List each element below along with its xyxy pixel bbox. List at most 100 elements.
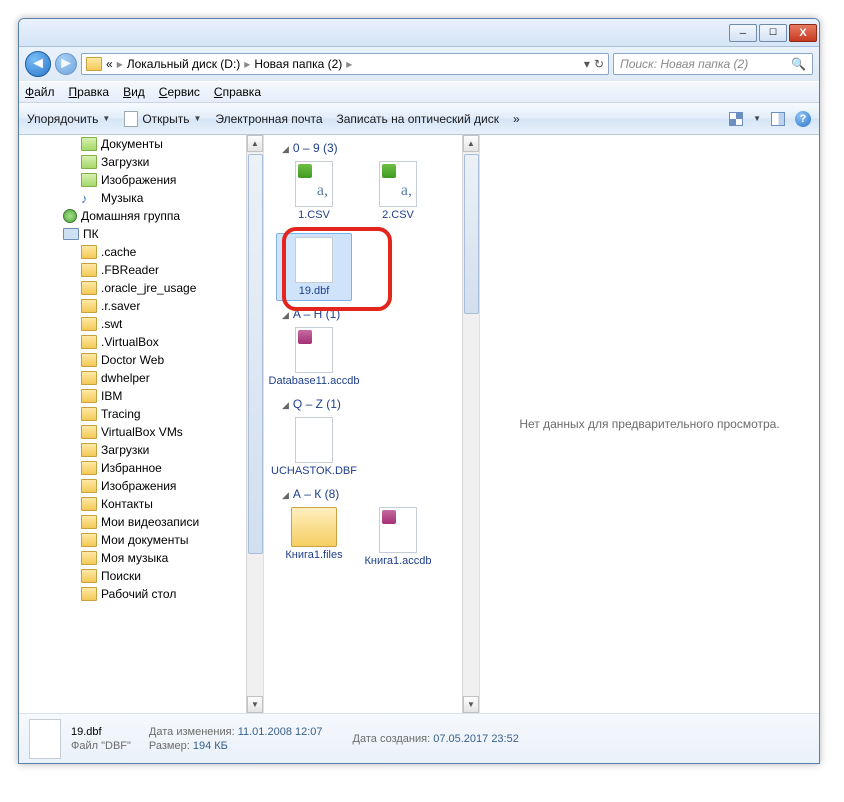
nav-back-button[interactable]: ◄ xyxy=(25,51,51,77)
scroll-thumb[interactable] xyxy=(464,154,479,314)
tree-item[interactable]: .swt xyxy=(19,315,263,333)
tree-item[interactable]: ♪Музыка xyxy=(19,189,263,207)
tree-item[interactable]: Мои документы xyxy=(19,531,263,549)
tree-item[interactable]: IBM xyxy=(19,387,263,405)
tree-item-label: Мои видеозаписи xyxy=(101,515,199,529)
tree-item[interactable]: Моя музыка xyxy=(19,549,263,567)
organize-button[interactable]: Упорядочить ▼ xyxy=(27,112,110,126)
minimize-button[interactable]: ─ xyxy=(729,24,757,42)
file-item[interactable]: 1.CSV xyxy=(276,157,352,225)
view-options-button[interactable] xyxy=(729,112,743,126)
details-created-label: Дата создания: xyxy=(353,733,431,745)
folder-icon xyxy=(81,371,97,385)
tree-item[interactable]: Tracing xyxy=(19,405,263,423)
scroll-up-icon[interactable]: ▲ xyxy=(247,135,263,152)
tree-item-label: .cache xyxy=(101,245,136,259)
tree-item[interactable]: ПК xyxy=(19,225,263,243)
details-filetype: Файл "DBF" xyxy=(71,740,131,752)
tree-item-label: .r.saver xyxy=(101,299,140,313)
scroll-down-icon[interactable]: ▼ xyxy=(463,696,479,713)
lib-icon xyxy=(81,137,97,151)
tree-item[interactable]: Изображения xyxy=(19,477,263,495)
tree-item[interactable]: .VirtualBox xyxy=(19,333,263,351)
scroll-thumb[interactable] xyxy=(248,154,263,554)
menu-tools[interactable]: Сервис xyxy=(159,85,200,99)
folder-icon xyxy=(81,569,97,583)
scroll-up-icon[interactable]: ▲ xyxy=(463,135,479,152)
file-item[interactable]: UCHASTOK.DBF xyxy=(276,413,352,481)
tree-item[interactable]: Загрузки xyxy=(19,153,263,171)
address-bar[interactable]: « ▸ Локальный диск (D:) ▸ Новая папка (2… xyxy=(81,53,609,75)
details-pane: 19.dbf Файл "DBF" Дата изменения: 11.01.… xyxy=(19,713,819,763)
toolbar-more[interactable]: » xyxy=(513,112,520,126)
email-button[interactable]: Электронная почта xyxy=(215,112,322,126)
folder-icon xyxy=(81,425,97,439)
tree-item[interactable]: Избранное xyxy=(19,459,263,477)
address-dropdown[interactable]: ▾ xyxy=(584,57,590,71)
chevron-icon: ▸ xyxy=(113,57,127,71)
burn-button[interactable]: Записать на оптический диск xyxy=(337,112,500,126)
file-item[interactable]: Database11.accdb xyxy=(276,323,352,391)
file-item[interactable]: 19.dbf xyxy=(276,233,352,301)
file-icon xyxy=(29,719,61,759)
group-header[interactable]: ◢A – H (1) xyxy=(264,301,479,323)
maximize-button[interactable]: ☐ xyxy=(759,24,787,42)
file-item[interactable]: Книга1.accdb xyxy=(360,503,436,571)
group-header[interactable]: ◢0 – 9 (3) xyxy=(264,135,479,157)
folder-icon xyxy=(81,497,97,511)
tree-item-label: .FBReader xyxy=(101,263,159,277)
tree-item-label: Изображения xyxy=(101,173,176,187)
refresh-button[interactable]: ↻ xyxy=(594,57,604,71)
group-header[interactable]: ◢Q – Z (1) xyxy=(264,391,479,413)
tree-item[interactable]: Поиски xyxy=(19,567,263,585)
group-header[interactable]: ◢А – К (8) xyxy=(264,481,479,503)
tree-item[interactable]: Изображения xyxy=(19,171,263,189)
tree-item-label: Tracing xyxy=(101,407,141,421)
help-button[interactable]: ? xyxy=(795,111,811,127)
file-label: Книга1.accdb xyxy=(364,555,431,567)
open-button[interactable]: Открыть ▼ xyxy=(124,111,201,127)
search-input[interactable]: Поиск: Новая папка (2) 🔍 xyxy=(613,53,813,75)
tree-item[interactable]: dwhelper xyxy=(19,369,263,387)
tree-item[interactable]: .oracle_jre_usage xyxy=(19,279,263,297)
preview-pane-button[interactable] xyxy=(771,112,785,126)
tree-item[interactable]: VirtualBox VMs xyxy=(19,423,263,441)
tree-item-label: Домашняя группа xyxy=(81,209,180,223)
chevron-down-icon[interactable]: ▼ xyxy=(753,114,761,123)
menu-edit[interactable]: Правка xyxy=(69,85,110,99)
file-thumb-icon xyxy=(379,161,417,207)
files-scrollbar[interactable]: ▲ ▼ xyxy=(462,135,479,713)
tree-item[interactable]: Документы xyxy=(19,135,263,153)
folder-icon xyxy=(81,245,97,259)
tree-item[interactable]: .r.saver xyxy=(19,297,263,315)
menu-view[interactable]: Вид xyxy=(123,85,145,99)
tree-item[interactable]: .FBReader xyxy=(19,261,263,279)
folder-icon xyxy=(81,389,97,403)
tree-item[interactable]: Мои видеозаписи xyxy=(19,513,263,531)
folder-icon xyxy=(81,263,97,277)
menu-help[interactable]: Справка xyxy=(214,85,261,99)
scroll-down-icon[interactable]: ▼ xyxy=(247,696,263,713)
nav-forward-button[interactable]: ► xyxy=(55,53,77,75)
tree-item[interactable]: Doctor Web xyxy=(19,351,263,369)
tree-item[interactable]: Контакты xyxy=(19,495,263,513)
file-item[interactable]: Книга1.files xyxy=(276,503,352,571)
tree-scrollbar[interactable]: ▲ ▼ xyxy=(246,135,263,713)
menu-file[interactable]: Файл xyxy=(25,85,55,99)
tree-item[interactable]: Рабочий стол xyxy=(19,585,263,603)
close-button[interactable]: X xyxy=(789,24,817,42)
file-label: 1.CSV xyxy=(298,209,330,221)
file-item[interactable]: 2.CSV xyxy=(360,157,436,225)
tree-item-label: .VirtualBox xyxy=(101,335,159,349)
tree-item[interactable]: Загрузки xyxy=(19,441,263,459)
breadcrumb[interactable]: Локальный диск (D:) xyxy=(127,57,241,71)
address-row: ◄ ► « ▸ Локальный диск (D:) ▸ Новая папк… xyxy=(19,47,819,81)
titlebar: ─ ☐ X xyxy=(19,19,819,47)
collapse-icon: ◢ xyxy=(282,400,289,410)
file-label: UCHASTOK.DBF xyxy=(271,465,357,477)
tree-item[interactable]: Домашняя группа xyxy=(19,207,263,225)
tree-item[interactable]: .cache xyxy=(19,243,263,261)
tree-item-label: Музыка xyxy=(101,191,143,205)
folder-icon xyxy=(81,281,97,295)
breadcrumb[interactable]: Новая папка (2) xyxy=(254,57,342,71)
